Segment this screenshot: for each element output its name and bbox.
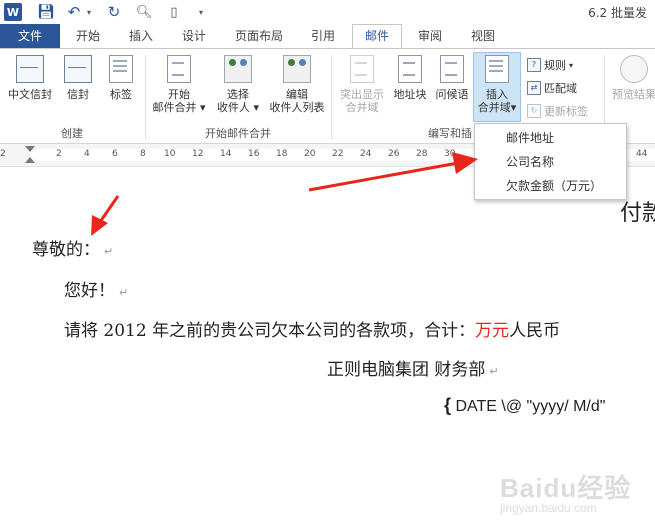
annotation-arrows <box>91 152 478 236</box>
arrowhead-right-icon <box>452 152 478 174</box>
arrow-line-to-salutation <box>98 195 120 223</box>
arrow-line-to-dropdown <box>308 161 459 192</box>
arrowhead-down-icon <box>91 215 108 236</box>
